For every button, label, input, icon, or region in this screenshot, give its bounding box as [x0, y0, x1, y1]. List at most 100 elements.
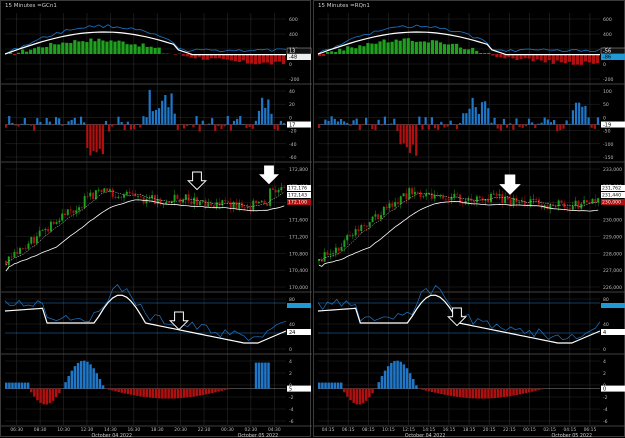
candle-body [106, 188, 108, 191]
macd-bar [370, 44, 373, 54]
histogram-bar [528, 389, 531, 393]
candle-body [30, 237, 32, 244]
histogram-bar [205, 389, 207, 395]
candle-body [490, 194, 492, 202]
down-arrow-filled-icon [500, 175, 519, 194]
candle-body [453, 194, 455, 197]
candle-body [53, 222, 55, 224]
volume-bar [349, 125, 351, 126]
macd-bar [350, 47, 353, 54]
histogram-bar [127, 389, 129, 394]
axis-tick-label: 230,000 [603, 218, 622, 224]
volume-bar [158, 108, 160, 124]
macd-bar [158, 48, 161, 54]
candle-body [493, 194, 495, 195]
histogram-bar [384, 371, 387, 389]
volume-bar [49, 122, 51, 125]
histogram-bar [108, 389, 110, 390]
macd-bar [552, 54, 555, 64]
candle-body [391, 203, 393, 206]
chart-window-gc[interactable]: 6004002000-20040200-20-40-60172,800172,4… [0, 0, 311, 437]
date-label: October 05 2022 [238, 433, 279, 438]
candle-body [207, 203, 209, 206]
histogram-bar [8, 383, 10, 389]
histogram-bar [531, 389, 534, 392]
histogram-bar [475, 389, 478, 399]
histogram-bar [346, 389, 349, 397]
macd-bar [455, 44, 458, 54]
date-label: October 04 2022 [405, 433, 446, 438]
volume-bar [239, 116, 241, 124]
last-value-label: 5 [289, 386, 292, 392]
histogram-bar [456, 389, 459, 397]
histogram-bar [130, 389, 132, 395]
time-tick-label: 20:15 [483, 427, 496, 433]
histogram-bar [393, 361, 396, 389]
histogram-bar [155, 389, 157, 399]
macd-bar [439, 42, 442, 54]
histogram-bar [102, 385, 104, 388]
macd-bar [386, 42, 389, 54]
volume-bar [71, 120, 73, 125]
macd-bar [69, 43, 72, 54]
axis-tick-label: 171,200 [289, 234, 308, 240]
volume-bar [396, 125, 398, 131]
volume-bar [515, 118, 517, 124]
histogram-bar [124, 389, 126, 394]
candle-body [126, 192, 128, 195]
candle-body [266, 204, 268, 206]
axis-tick-label: -4 [603, 407, 608, 413]
time-tick-label: 02:15 [543, 427, 556, 433]
axis-tick-label: 0 [603, 62, 606, 68]
candle-body [196, 197, 198, 205]
time-tick-label: 18:15 [463, 427, 476, 433]
histogram-bar [378, 382, 381, 388]
volume-bar [537, 124, 539, 125]
histogram-bar [192, 389, 194, 397]
axis-tick-label: -2 [603, 395, 608, 401]
volume-bar [214, 125, 216, 131]
histogram-bar [481, 389, 484, 399]
volume-bar [418, 117, 420, 125]
macd-bar [572, 54, 575, 65]
candle-body [473, 201, 475, 202]
axis-tick-label: -2 [289, 395, 294, 401]
date-label: October 04 2022 [91, 433, 132, 438]
volume-bar [578, 103, 580, 125]
time-tick-label: 06:30 [10, 427, 23, 433]
histogram-bar [189, 389, 191, 397]
histogram-bar [114, 389, 116, 392]
macd-bar [141, 43, 144, 54]
macd-bar [592, 54, 595, 64]
candle-body [583, 200, 585, 204]
volume-bar [337, 121, 339, 124]
volume-bar [33, 125, 35, 131]
histogram-bar [261, 363, 263, 389]
candle-body [86, 196, 88, 197]
axis-tick-label: -4 [289, 407, 294, 413]
candle-body [374, 214, 376, 216]
candle-body [335, 248, 337, 254]
histogram-bar [142, 389, 144, 397]
candle-body [27, 244, 29, 249]
chart-window-rq[interactable]: 6004002000-200100500-50-100-150233,00023… [313, 0, 625, 437]
time-tick-label: 18:30 [151, 427, 164, 433]
candle-body [13, 252, 15, 258]
histogram-bar [537, 389, 540, 391]
macd-bar [354, 48, 357, 54]
time-tick-label: 04:15 [322, 427, 335, 433]
date-label: October 05 2022 [552, 433, 593, 438]
histogram-bar [478, 389, 481, 399]
chart-canvas-gc[interactable]: 6004002000-20040200-20-40-60172,800172,4… [1, 1, 312, 438]
histogram-bar [139, 389, 141, 397]
candle-body [357, 229, 359, 231]
macd-bar [125, 44, 128, 54]
chart-canvas-rq[interactable]: 6004002000-200100500-50-100-150233,00023… [314, 1, 625, 438]
macd-bar [186, 54, 189, 56]
candle-body [479, 196, 481, 197]
histogram-bar [390, 363, 393, 389]
candle-body [221, 200, 223, 205]
volume-bar [434, 125, 436, 129]
candle-body [380, 215, 382, 219]
candle-body [157, 199, 159, 204]
